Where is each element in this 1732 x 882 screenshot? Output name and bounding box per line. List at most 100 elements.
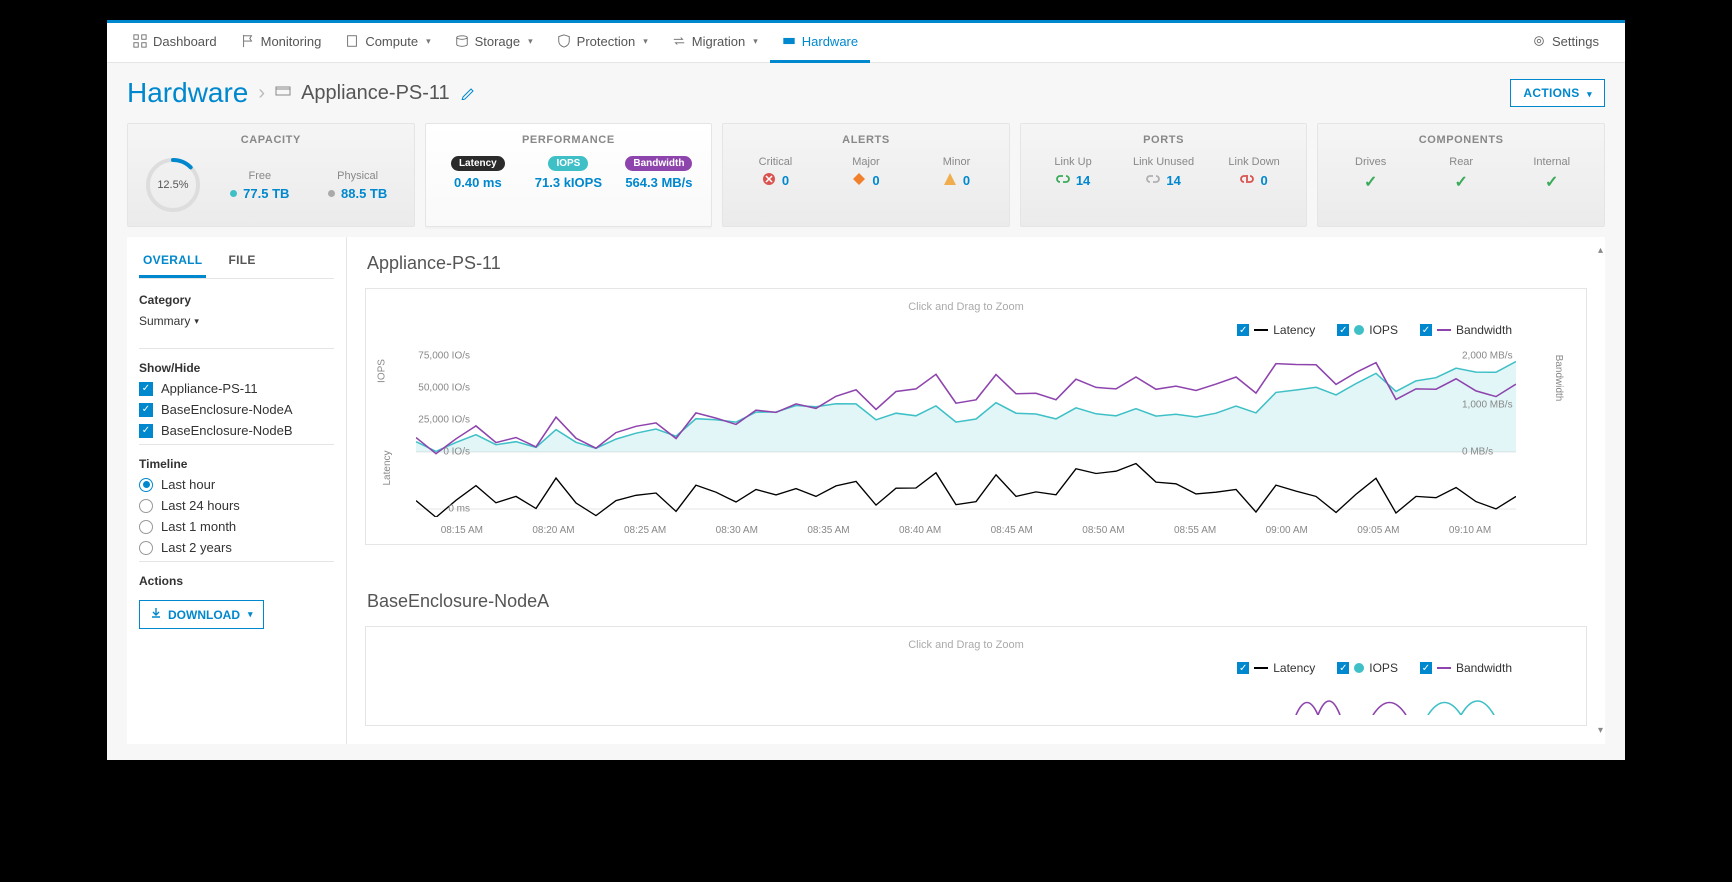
internal-label: Internal [1533, 156, 1570, 168]
latency-value: 0.40 ms [454, 175, 502, 190]
legend-bandwidth[interactable]: ✓Bandwidth [1420, 323, 1512, 337]
nav-label: Monitoring [261, 34, 322, 49]
major-label: Major [852, 156, 880, 168]
legend-bandwidth[interactable]: ✓Bandwidth [1420, 661, 1512, 675]
minor-icon [943, 172, 957, 189]
breadcrumb-current: Appliance-PS-11 [301, 82, 450, 105]
nav-migration[interactable]: Migration ▾ [660, 23, 770, 63]
nav-storage[interactable]: Storage ▾ [443, 23, 545, 63]
chart-canvas[interactable]: Click and Drag to Zoom ✓Latency ✓IOPS ✓B… [365, 288, 1587, 545]
chart-svg [416, 347, 1516, 517]
chevron-down-icon: ▾ [1587, 89, 1592, 99]
legend-iops[interactable]: ✓IOPS [1337, 323, 1398, 337]
tile-performance[interactable]: PERFORMANCE Latency 0.40 ms IOPS 71.3 kI… [425, 123, 713, 227]
capacity-physical-label: Physical [337, 170, 378, 182]
legend-latency[interactable]: ✓Latency [1237, 661, 1315, 675]
y-tick: 0 ms [416, 503, 470, 514]
timeline-last-1-month[interactable]: Last 1 month [139, 519, 334, 534]
tile-ports[interactable]: PORTS Link Up 14 Link Unused 14 [1020, 123, 1308, 227]
y-tick: 1,000 MB/s [1462, 399, 1516, 410]
legend-iops[interactable]: ✓IOPS [1337, 661, 1398, 675]
nav-protection[interactable]: Protection ▾ [545, 23, 660, 63]
y-tick: 25,000 IO/s [416, 415, 470, 426]
y-tick: 2,000 MB/s [1462, 350, 1516, 361]
nav-dashboard[interactable]: Dashboard [121, 23, 229, 63]
x-tick: 09:10 AM [1449, 525, 1491, 536]
chart-appliance: Appliance-PS-11 Click and Drag to Zoom ✓… [347, 237, 1605, 575]
y-tick: 50,000 IO/s [416, 382, 470, 393]
download-icon [150, 607, 162, 622]
edit-icon[interactable] [460, 79, 476, 107]
hardware-icon [782, 34, 796, 48]
checkbox-label: Appliance-PS-11 [161, 381, 258, 396]
actions-button[interactable]: ACTIONS ▾ [1510, 79, 1605, 107]
radio-label: Last 2 years [161, 540, 232, 555]
checkbox-icon: ✓ [1237, 662, 1249, 674]
capacity-percent: 12.5% [144, 156, 202, 214]
iops-badge: IOPS [548, 156, 588, 171]
x-tick: 08:40 AM [899, 525, 941, 536]
breadcrumb: Hardware › Appliance-PS-11 [127, 77, 476, 109]
drives-label: Drives [1355, 156, 1386, 168]
x-tick: 08:35 AM [807, 525, 849, 536]
actions-title: Actions [139, 574, 334, 588]
x-tick: 08:45 AM [991, 525, 1033, 536]
timeline-last-24-hours[interactable]: Last 24 hours [139, 498, 334, 513]
critical-value: 0 [782, 173, 789, 188]
linkdown-value: 0 [1260, 173, 1267, 188]
divider [139, 561, 334, 562]
tile-alerts[interactable]: ALERTS Critical 0 Major 0 [722, 123, 1010, 227]
shield-icon [557, 34, 571, 48]
chart-title: Appliance-PS-11 [367, 253, 1587, 274]
capacity-free-label: Free [248, 170, 271, 182]
showhide-item-nodea[interactable]: ✓ BaseEnclosure-NodeA [139, 402, 334, 417]
nav-label: Protection [577, 34, 636, 49]
linkup-label: Link Up [1054, 156, 1091, 168]
gear-icon [1532, 34, 1546, 48]
breadcrumb-root[interactable]: Hardware [127, 77, 248, 109]
x-tick: 08:15 AM [441, 525, 483, 536]
nav-label: Dashboard [153, 34, 217, 49]
x-tick: 08:50 AM [1082, 525, 1124, 536]
x-tick: 08:25 AM [624, 525, 666, 536]
chart-plot[interactable]: 75,000 IO/s 50,000 IO/s 25,000 IO/s 0 IO… [416, 347, 1516, 517]
chart-nodea: BaseEnclosure-NodeA Click and Drag to Zo… [347, 575, 1605, 744]
nav-monitoring[interactable]: Monitoring [229, 23, 334, 63]
tab-file[interactable]: FILE [224, 247, 259, 278]
radio-icon [139, 499, 153, 513]
category-dropdown[interactable]: Summary ▾ [139, 314, 199, 328]
timeline-last-hour[interactable]: Last hour [139, 477, 334, 492]
legend-latency[interactable]: ✓Latency [1237, 323, 1315, 337]
nav-compute[interactable]: Compute ▾ [333, 23, 442, 63]
chart-canvas[interactable]: Click and Drag to Zoom ✓Latency ✓IOPS ✓B… [365, 626, 1587, 726]
chevron-down-icon: ▾ [753, 36, 758, 47]
capacity-donut: 12.5% [144, 156, 202, 214]
nav-label: Migration [692, 34, 745, 49]
nav-label: Compute [365, 34, 418, 49]
tile-capacity[interactable]: CAPACITY 12.5% Free 77.5 TB Physical [127, 123, 415, 227]
nav-hardware[interactable]: Hardware [770, 23, 870, 63]
checkbox-icon: ✓ [1337, 324, 1349, 336]
page-header: Hardware › Appliance-PS-11 ACTIONS ▾ [107, 63, 1625, 123]
showhide-item-nodeb[interactable]: ✓ BaseEnclosure-NodeB [139, 423, 334, 438]
bandwidth-value: 564.3 MB/s [625, 175, 692, 190]
chart-legend: ✓Latency ✓IOPS ✓Bandwidth [416, 661, 1516, 675]
tile-components[interactable]: COMPONENTS Drives ✓ Rear ✓ Internal ✓ [1317, 123, 1605, 227]
y-axis-label-latency: Latency [382, 450, 393, 485]
checkbox-icon: ✓ [139, 403, 153, 417]
tab-overall[interactable]: OVERALL [139, 247, 206, 278]
stat-tiles: CAPACITY 12.5% Free 77.5 TB Physical [107, 123, 1625, 237]
link-unused-icon [1146, 172, 1160, 189]
nav-settings[interactable]: Settings [1520, 23, 1611, 63]
download-button[interactable]: DOWNLOAD ▾ [139, 600, 264, 629]
check-icon: ✓ [1364, 172, 1377, 192]
category-value: Summary [139, 314, 190, 328]
left-panel: OVERALL FILE Category Summary ▾ Show/Hid… [127, 237, 347, 744]
minor-label: Minor [943, 156, 971, 168]
timeline-last-2-years[interactable]: Last 2 years [139, 540, 334, 555]
x-tick: 08:30 AM [716, 525, 758, 536]
dot-icon [230, 190, 237, 197]
link-up-icon [1056, 172, 1070, 189]
radio-icon [139, 520, 153, 534]
showhide-item-appliance[interactable]: ✓ Appliance-PS-11 [139, 381, 334, 396]
